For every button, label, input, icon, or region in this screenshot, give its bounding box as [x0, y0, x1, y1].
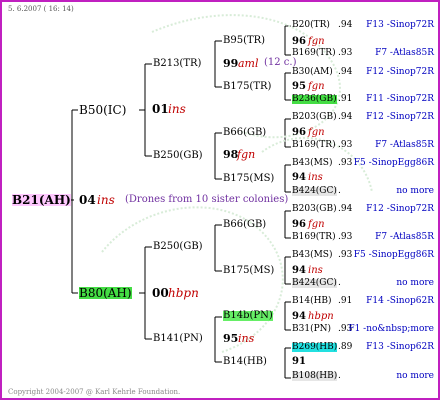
gen1-top-note: ins — [168, 102, 186, 116]
gen4-link[interactable]: no more — [396, 187, 434, 196]
gen1-bottom-note: hbpn — [168, 286, 199, 300]
gen4-name: B30(AM) — [292, 67, 333, 77]
gen4-year: 95 — [292, 81, 306, 92]
footer-copyright: Copyright 2004-2007 @ Karl Kehrle Founda… — [8, 388, 181, 396]
gen4-note: hbpn — [308, 311, 334, 322]
gen2-b141: B141(PN) — [153, 333, 203, 344]
gen4-link[interactable]: F12 -Sinop72R — [366, 113, 434, 122]
gen4-name: B108(HB) — [292, 371, 338, 381]
gen3-b175c: B175(MS) — [223, 265, 275, 276]
gen4-score: .93 — [338, 48, 353, 58]
gen4-name: B203(GB) — [292, 204, 337, 214]
gen4-link[interactable]: F11 -Sinop72R — [366, 95, 434, 104]
gen3-b66b: B66(GB) — [223, 219, 267, 230]
gen4-year: 94 — [292, 265, 306, 276]
gen4-score: .94 — [338, 67, 353, 77]
gen1-bottom-name: B80(AH) — [79, 286, 132, 300]
gen4-score: .93 — [338, 140, 353, 150]
gen4-year: 91 — [292, 356, 306, 367]
gen4-note: ins — [308, 172, 323, 183]
gen4-year: 96 — [292, 219, 306, 230]
gen4-score: . — [338, 186, 341, 196]
gen4-year: 96 — [292, 127, 306, 138]
gen4-score: . — [338, 371, 341, 381]
gen4-year: 96 — [292, 36, 306, 47]
gen4-link[interactable]: F7 -Atlas85R — [375, 141, 434, 150]
gen4-name: B14(HB) — [292, 296, 332, 306]
gen4-score: .94 — [338, 112, 353, 122]
gen4-note: fgn — [308, 219, 325, 230]
root-note: ins — [97, 193, 115, 207]
root-name: B21(AH) — [12, 193, 71, 207]
gen3-b175a: B175(TR) — [223, 81, 272, 92]
gen4-link[interactable]: F7 -Atlas85R — [375, 233, 434, 242]
gen3-b95-year: 99 — [223, 57, 239, 70]
gen4-name: B31(PN) — [292, 324, 332, 334]
gen4-name: B236(GB) — [292, 94, 337, 104]
gen4-link[interactable]: F5 -SinopEgg86R — [354, 251, 434, 260]
gen3-b14: B14(HB) — [223, 356, 267, 367]
gen4-score: .91 — [338, 94, 353, 104]
gen4-link[interactable]: no more — [396, 279, 434, 288]
gen3-b95-note: aml — [238, 57, 259, 70]
gen4-link[interactable]: F13 -Sinop62R — [366, 343, 434, 352]
gen4-score: .93 — [338, 232, 353, 242]
gen3-b14b: B14b(PN) — [223, 310, 273, 321]
gen4-name: B20(TR) — [292, 20, 330, 30]
gen4-note: fgn — [308, 36, 325, 47]
gen4-name: B269(HB) — [292, 342, 338, 352]
gen4-name: B43(MS) — [292, 158, 333, 168]
gen4-score: .89 — [338, 342, 353, 352]
gen4-link[interactable]: F12 -Sinop72R — [366, 68, 434, 77]
gen4-link[interactable]: no more — [396, 372, 434, 381]
gen4-name: B169(TR) — [292, 232, 336, 242]
gen4-score: .91 — [338, 296, 353, 306]
gen4-score: .93 — [338, 250, 353, 260]
gen2-b250a: B250(GB) — [153, 150, 203, 161]
gen4-link[interactable]: F1 -no&nbsp;more — [348, 325, 434, 334]
gen4-link[interactable]: F14 -Sinop62R — [366, 297, 434, 306]
gen3-b175b: B175(MS) — [223, 173, 275, 184]
gen3-b95: B95(TR) — [223, 35, 266, 46]
gen1-bottom-year: 00 — [152, 286, 169, 300]
pedigree-frame: 5. 6.2007 ( 16: 14) B21(AH) 04 ins (Dron… — [0, 0, 440, 400]
gen4-name: B424(GC) — [292, 278, 337, 288]
gen4-score: .94 — [338, 204, 353, 214]
gen4-link[interactable]: F7 -Atlas85R — [375, 49, 434, 58]
root-drones: (Drones from 10 sister colonies) — [125, 194, 289, 205]
gen4-link[interactable]: F13 -Sinop72R — [366, 21, 434, 30]
root-year: 04 — [79, 193, 96, 207]
gen4-note: fgn — [308, 127, 325, 138]
gen4-score: .94 — [338, 20, 353, 30]
gen2-b250b: B250(GB) — [153, 241, 203, 252]
gen4-name: B169(TR) — [292, 48, 336, 58]
gen4-year: 94 — [292, 172, 306, 183]
gen2-b250-note: fgn — [237, 148, 256, 161]
gen1-top-year: 01 — [152, 102, 169, 116]
header-date: 5. 6.2007 ( 16: 14) — [8, 5, 74, 13]
gen1-top-name: B50(IC) — [79, 103, 127, 117]
gen4-score: . — [338, 278, 341, 288]
gen4-score: .93 — [338, 158, 353, 168]
gen3-b66a: B66(GB) — [223, 127, 267, 138]
gen4-name: B424(GC) — [292, 186, 337, 196]
gen4-name: B43(MS) — [292, 250, 333, 260]
gen4-note: ins — [308, 265, 323, 276]
gen3-b14b-year: 95 — [223, 332, 239, 345]
gen4-year: 94 — [292, 311, 306, 322]
gen2-b213: B213(TR) — [153, 58, 202, 69]
gen4-link[interactable]: F5 -SinopEgg86R — [354, 159, 434, 168]
gen4-name: B203(GB) — [292, 112, 337, 122]
gen4-name: B169(TR) — [292, 140, 336, 150]
gen4-note: fgn — [308, 81, 325, 92]
gen4-link[interactable]: F12 -Sinop72R — [366, 205, 434, 214]
gen3-b14b-note: ins — [238, 332, 255, 345]
